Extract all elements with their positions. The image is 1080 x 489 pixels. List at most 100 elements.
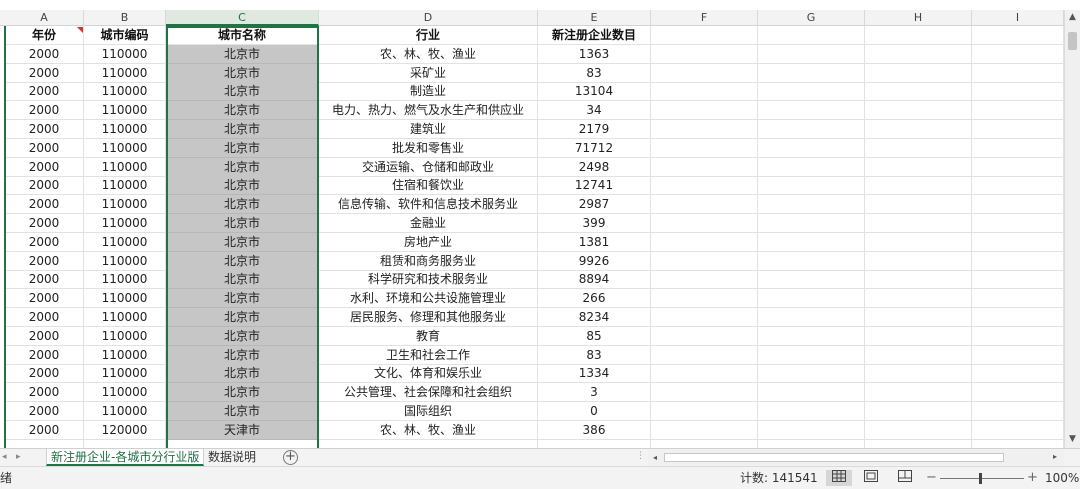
table-cell[interactable]: 2498	[538, 157, 651, 177]
table-cell[interactable]: 租赁和商务服务业	[319, 251, 538, 271]
table-cell[interactable]	[865, 82, 972, 102]
table-cell[interactable]	[865, 63, 972, 83]
horizontal-scrollbar[interactable]: ◂	[648, 450, 1064, 465]
table-cell[interactable]: 卫生和社会工作	[319, 345, 538, 365]
table-cell[interactable]: 2000	[5, 402, 84, 421]
table-cell[interactable]	[758, 364, 865, 384]
table-cell[interactable]: 科学研究和技术服务业	[319, 270, 538, 290]
add-sheet-button[interactable]: +	[283, 450, 298, 465]
table-cell[interactable]	[758, 420, 865, 440]
table-cell[interactable]: 2000	[5, 420, 84, 440]
column-header-e[interactable]: E	[538, 10, 651, 26]
table-cell[interactable]: 2000	[5, 214, 84, 233]
table-cell[interactable]	[651, 138, 758, 158]
column-header-f[interactable]: F	[651, 10, 758, 26]
table-cell[interactable]	[758, 308, 865, 327]
scroll-down-icon[interactable]: ▼	[1065, 432, 1080, 447]
table-cell[interactable]	[651, 157, 758, 177]
header-cell[interactable]: 年份	[5, 26, 84, 45]
table-cell[interactable]	[865, 383, 972, 403]
table-cell[interactable]: 2000	[5, 326, 84, 346]
table-cell[interactable]	[758, 289, 865, 309]
table-cell[interactable]: 天津市	[166, 420, 319, 440]
table-cell[interactable]: 2000	[5, 82, 84, 102]
table-cell[interactable]: 交通运输、仓储和邮政业	[319, 157, 538, 177]
table-cell[interactable]: 399	[538, 214, 651, 233]
table-cell[interactable]	[651, 176, 758, 196]
table-cell[interactable]	[538, 439, 651, 448]
table-cell[interactable]: 批发和零售业	[319, 138, 538, 158]
table-cell[interactable]	[651, 101, 758, 121]
table-cell[interactable]: 110000	[84, 63, 166, 83]
table-cell[interactable]: 266	[538, 289, 651, 309]
table-cell[interactable]: 北京市	[166, 138, 319, 158]
table-cell[interactable]	[972, 402, 1064, 421]
table-cell[interactable]	[758, 44, 865, 64]
table-cell[interactable]: 北京市	[166, 176, 319, 196]
table-cell[interactable]: 110000	[84, 157, 166, 177]
table-cell[interactable]	[758, 232, 865, 252]
table-cell[interactable]	[972, 420, 1064, 440]
table-cell[interactable]: 85	[538, 326, 651, 346]
table-cell[interactable]: 110000	[84, 214, 166, 233]
table-cell[interactable]: 文化、体育和娱乐业	[319, 364, 538, 384]
table-cell[interactable]	[651, 251, 758, 271]
table-cell[interactable]	[972, 326, 1064, 346]
column-header-h[interactable]: H	[865, 10, 972, 26]
table-cell[interactable]	[865, 308, 972, 327]
table-cell[interactable]: 2987	[538, 195, 651, 215]
vertical-scroll-thumb[interactable]	[1068, 32, 1077, 50]
table-cell[interactable]	[758, 195, 865, 215]
normal-view-button[interactable]	[826, 470, 852, 486]
table-cell[interactable]: 110000	[84, 232, 166, 252]
table-cell[interactable]: 国际组织	[319, 402, 538, 421]
header-cell[interactable]: 城市名称	[166, 26, 319, 45]
table-cell[interactable]: 北京市	[166, 82, 319, 102]
scroll-left-icon[interactable]: ◂	[648, 450, 662, 465]
column-header-d[interactable]: D	[319, 10, 538, 26]
header-cell[interactable]	[865, 26, 972, 45]
scroll-up-icon[interactable]: ▲	[1065, 10, 1080, 25]
table-cell[interactable]: 110000	[84, 44, 166, 64]
page-break-view-button[interactable]	[892, 470, 918, 486]
table-cell[interactable]	[758, 383, 865, 403]
table-cell[interactable]: 110000	[84, 120, 166, 139]
table-cell[interactable]: 110000	[84, 82, 166, 102]
header-cell[interactable]	[972, 26, 1064, 45]
table-cell[interactable]: 北京市	[166, 364, 319, 384]
table-cell[interactable]	[651, 345, 758, 365]
table-cell[interactable]	[5, 439, 84, 448]
table-cell[interactable]	[651, 232, 758, 252]
table-cell[interactable]: 2000	[5, 251, 84, 271]
table-cell[interactable]: 2000	[5, 364, 84, 384]
table-cell[interactable]	[758, 120, 865, 139]
table-cell[interactable]	[758, 439, 865, 448]
table-cell[interactable]: 110000	[84, 326, 166, 346]
table-cell[interactable]: 2000	[5, 270, 84, 290]
table-cell[interactable]	[651, 326, 758, 346]
table-cell[interactable]	[865, 402, 972, 421]
table-cell[interactable]	[865, 232, 972, 252]
table-cell[interactable]: 386	[538, 420, 651, 440]
table-cell[interactable]: 教育	[319, 326, 538, 346]
table-cell[interactable]: 住宿和餐饮业	[319, 176, 538, 196]
table-cell[interactable]	[865, 44, 972, 64]
table-cell[interactable]	[972, 101, 1064, 121]
header-cell[interactable]: 新注册企业数目	[538, 26, 651, 45]
table-cell[interactable]: 制造业	[319, 82, 538, 102]
sheet-tab-data-notes[interactable]: 数据说明	[204, 449, 260, 466]
header-cell[interactable]	[758, 26, 865, 45]
table-cell[interactable]	[758, 101, 865, 121]
cell-grid[interactable]: 年份 城市编码 城市名称 行业 新注册企业数目 2000 110000 北京市 农、林、牧、渔业…	[0, 26, 1064, 448]
table-cell[interactable]	[972, 289, 1064, 309]
table-cell[interactable]	[865, 439, 972, 448]
table-cell[interactable]: 金融业	[319, 214, 538, 233]
table-cell[interactable]	[651, 420, 758, 440]
table-cell[interactable]	[758, 82, 865, 102]
table-cell[interactable]	[865, 251, 972, 271]
table-cell[interactable]	[758, 270, 865, 290]
table-cell[interactable]: 北京市	[166, 402, 319, 421]
table-cell[interactable]: 3	[538, 383, 651, 403]
table-cell[interactable]	[972, 383, 1064, 403]
table-cell[interactable]	[84, 439, 166, 448]
